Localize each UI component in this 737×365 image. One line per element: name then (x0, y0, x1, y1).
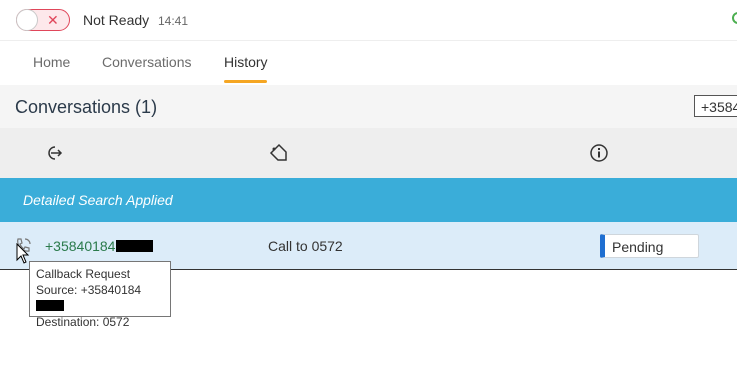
info-icon[interactable] (589, 143, 609, 163)
top-bar: ✕ Not Ready 14:41 (0, 0, 737, 41)
destination-text: Call to 0572 (268, 238, 343, 254)
tab-home[interactable]: Home (33, 54, 70, 70)
status-badge-text: Pending (612, 239, 664, 255)
tooltip-line-source: Source: +35840184 (36, 282, 164, 314)
redaction-block (116, 240, 154, 252)
source-number[interactable]: +35840184 (45, 238, 154, 254)
banner-text: Detailed Search Applied (23, 192, 173, 208)
tab-history[interactable]: History (224, 54, 268, 70)
tooltip-source-text: Source: +35840184 (36, 283, 142, 297)
status-badge: Pending (600, 234, 699, 258)
toggle-knob (16, 9, 38, 31)
availability-toggle[interactable]: ✕ (16, 9, 70, 31)
close-icon: ✕ (47, 12, 59, 28)
column-header-row (0, 128, 737, 178)
direction-out-icon[interactable] (44, 143, 64, 163)
status-label: Not Ready (83, 12, 150, 28)
tag-icon[interactable] (268, 143, 288, 163)
source-number-text: +35840184 (45, 238, 116, 254)
status-time: 14:41 (158, 14, 189, 28)
section-header: Conversations (1) +3584 (0, 85, 737, 128)
mouse-cursor-icon (16, 243, 30, 264)
search-applied-banner: Detailed Search Applied (0, 178, 737, 222)
tab-bar: Home Conversations History (0, 41, 737, 85)
active-tab-indicator (224, 80, 267, 83)
row-tooltip: Callback Request Source: +35840184 Desti… (29, 261, 171, 329)
tooltip-line-type: Callback Request (36, 267, 131, 281)
search-input[interactable]: +3584 (694, 95, 737, 117)
tab-conversations[interactable]: Conversations (102, 54, 192, 70)
tooltip-line-destination: Destination: 0572 (36, 315, 130, 329)
redaction-block (36, 300, 64, 311)
page-title: Conversations (1) (15, 97, 158, 117)
connection-status-icon (732, 12, 737, 24)
